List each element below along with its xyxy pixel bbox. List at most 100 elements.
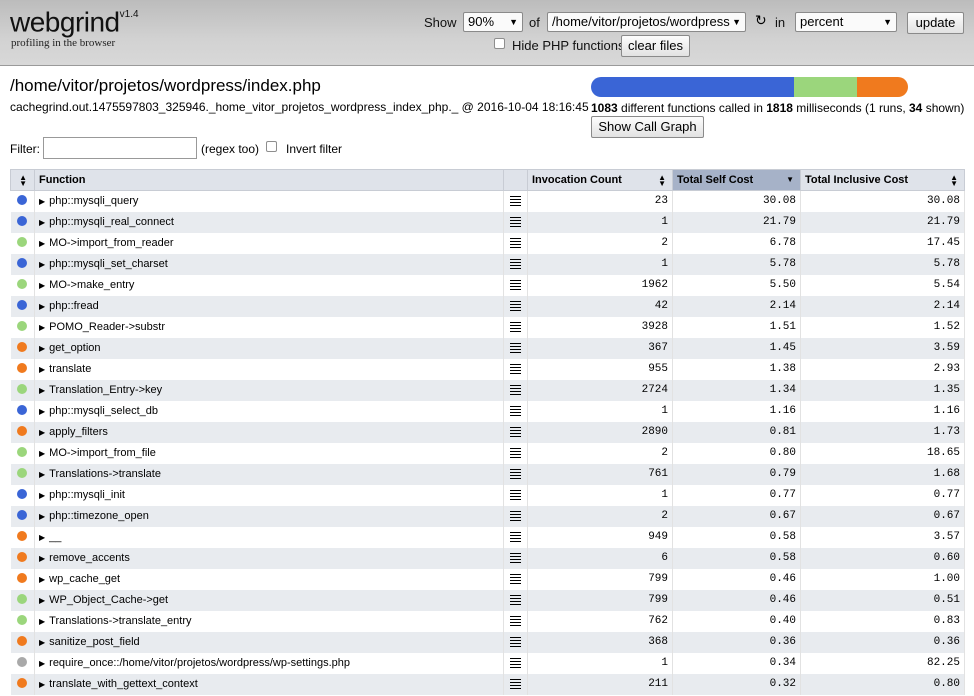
table-row[interactable]: ▶ get_option 367 1.45 3.59	[10, 337, 965, 359]
table-row[interactable]: ▶ MO->make_entry 1962 5.50 5.54	[10, 274, 965, 296]
expand-arrow-icon[interactable]: ▶	[39, 533, 45, 542]
function-name[interactable]: WP_Object_Cache->get	[49, 594, 168, 606]
total-inclusive-cost-header[interactable]: Total Inclusive Cost ▲ ▼	[800, 169, 965, 191]
function-name[interactable]: translate_with_gettext_context	[49, 678, 198, 690]
table-row[interactable]: ▶ Translations->translate 761 0.79 1.68	[10, 463, 965, 485]
function-name[interactable]: php::fread	[49, 300, 99, 312]
table-row[interactable]: ▶ php::mysqli_query 23 30.08 30.08	[10, 190, 965, 212]
function-name[interactable]: php::mysqli_set_charset	[49, 258, 168, 270]
clear-files-button[interactable]: clear files	[621, 35, 690, 57]
table-row[interactable]: ▶ POMO_Reader->substr 3928 1.51 1.52	[10, 316, 965, 338]
table-row[interactable]: ▶ MO->import_from_file 2 0.80 18.65	[10, 442, 965, 464]
table-row[interactable]: ▶ sanitize_post_field 368 0.36 0.36	[10, 631, 965, 653]
expand-arrow-icon[interactable]: ▶	[39, 617, 45, 626]
total-self-cost-header[interactable]: Total Self Cost ▼	[672, 169, 801, 191]
expand-arrow-icon[interactable]: ▶	[39, 344, 45, 353]
table-row[interactable]: ▶ php::mysqli_select_db 1 1.16 1.16	[10, 400, 965, 422]
function-name[interactable]: php::mysqli_select_db	[49, 405, 158, 417]
table-row[interactable]: ▶ php::mysqli_init 1 0.77 0.77	[10, 484, 965, 506]
file-lines-icon[interactable]	[510, 573, 521, 584]
file-select[interactable]: /home/vitor/projetos/wordpress ▼	[547, 12, 746, 32]
table-row[interactable]: ▶ WP_Object_Cache->get 799 0.46 0.51	[10, 589, 965, 611]
expand-arrow-icon[interactable]: ▶	[39, 554, 45, 563]
function-name[interactable]: Translation_Entry->key	[49, 384, 162, 396]
file-lines-icon[interactable]	[510, 300, 521, 311]
file-lines-icon[interactable]	[510, 321, 521, 332]
table-row[interactable]: ▶ php::mysqli_real_connect 1 21.79 21.79	[10, 211, 965, 233]
table-row[interactable]: ▶ translate_with_gettext_context 211 0.32 0.…	[10, 673, 965, 695]
expand-arrow-icon[interactable]: ▶	[39, 449, 45, 458]
table-row[interactable]: ▶ php::mysqli_set_charset 1 5.78 5.78	[10, 253, 965, 275]
expand-arrow-icon[interactable]: ▶	[39, 596, 45, 605]
expand-arrow-icon[interactable]: ▶	[39, 218, 45, 227]
function-name[interactable]: MO->import_from_file	[49, 447, 156, 459]
file-lines-icon[interactable]	[510, 279, 521, 290]
function-name[interactable]: Translations->translate_entry	[49, 615, 191, 627]
function-name[interactable]: sanitize_post_field	[49, 636, 140, 648]
function-column-header[interactable]: Function	[34, 169, 504, 191]
function-name[interactable]: apply_filters	[49, 426, 108, 438]
expand-arrow-icon[interactable]: ▶	[39, 407, 45, 416]
table-row[interactable]: ▶ php::fread 42 2.14 2.14	[10, 295, 965, 317]
table-row[interactable]: ▶ php::timezone_open 2 0.67 0.67	[10, 505, 965, 527]
function-name[interactable]: __	[49, 531, 61, 543]
table-row[interactable]: ▶ apply_filters 2890 0.81 1.73	[10, 421, 965, 443]
file-lines-icon[interactable]	[510, 615, 521, 626]
table-row[interactable]: ▶ Translation_Entry->key 2724 1.34 1.35	[10, 379, 965, 401]
table-row[interactable]: ▶ Translations->translate_entry 762 0.40 0.8…	[10, 610, 965, 632]
table-row[interactable]: ▶ wp_cache_get 799 0.46 1.00	[10, 568, 965, 590]
table-row[interactable]: ▶ MO->import_from_reader 2 6.78 17.45	[10, 232, 965, 254]
file-lines-icon[interactable]	[510, 468, 521, 479]
function-name[interactable]: remove_accents	[49, 552, 130, 564]
file-lines-icon[interactable]	[510, 363, 521, 374]
file-lines-icon[interactable]	[510, 678, 521, 689]
cost-unit-select[interactable]: percent ▼	[795, 12, 897, 32]
expand-arrow-icon[interactable]: ▶	[39, 281, 45, 290]
update-button[interactable]: update	[907, 12, 964, 34]
hide-php-checkbox[interactable]	[494, 38, 505, 49]
file-lines-icon[interactable]	[510, 426, 521, 437]
file-lines-icon[interactable]	[510, 237, 521, 248]
expand-arrow-icon[interactable]: ▶	[39, 470, 45, 479]
function-name[interactable]: php::mysqli_query	[49, 195, 138, 207]
table-row[interactable]: ▶ require_once::/home/vitor/projetos/word…	[10, 652, 965, 674]
table-row[interactable]: ▶ __ 949 0.58 3.57	[10, 526, 965, 548]
function-name[interactable]: translate	[49, 363, 91, 375]
function-name[interactable]: MO->make_entry	[49, 279, 134, 291]
expand-arrow-icon[interactable]: ▶	[39, 239, 45, 248]
table-row[interactable]: ▶ translate 955 1.38 2.93	[10, 358, 965, 380]
expand-arrow-icon[interactable]: ▶	[39, 491, 45, 500]
function-name[interactable]: require_once::/home/vitor/projetos/wordp…	[49, 657, 350, 669]
file-lines-icon[interactable]	[510, 258, 521, 269]
expand-arrow-icon[interactable]: ▶	[39, 365, 45, 374]
function-name[interactable]: php::mysqli_real_connect	[49, 216, 174, 228]
function-name[interactable]: MO->import_from_reader	[49, 237, 173, 249]
expand-arrow-icon[interactable]: ▶	[39, 302, 45, 311]
invocation-count-header[interactable]: Invocation Count ▲ ▼	[527, 169, 673, 191]
filter-input[interactable]	[43, 137, 197, 159]
file-lines-icon[interactable]	[510, 384, 521, 395]
show-percent-select[interactable]: 90% ▼	[463, 12, 523, 32]
file-lines-icon[interactable]	[510, 531, 521, 542]
file-lines-icon[interactable]	[510, 510, 521, 521]
expand-arrow-icon[interactable]: ▶	[39, 260, 45, 269]
file-lines-icon[interactable]	[510, 447, 521, 458]
expand-arrow-icon[interactable]: ▶	[39, 512, 45, 521]
file-lines-icon[interactable]	[510, 489, 521, 500]
function-name[interactable]: POMO_Reader->substr	[49, 321, 165, 333]
show-call-graph-button[interactable]: Show Call Graph	[591, 116, 704, 138]
file-lines-icon[interactable]	[510, 594, 521, 605]
expand-arrow-icon[interactable]: ▶	[39, 680, 45, 689]
file-lines-icon[interactable]	[510, 636, 521, 647]
function-name[interactable]: php::timezone_open	[49, 510, 149, 522]
function-name[interactable]: get_option	[49, 342, 100, 354]
function-name[interactable]: php::mysqli_init	[49, 489, 125, 501]
file-lines-icon[interactable]	[510, 195, 521, 206]
expand-arrow-icon[interactable]: ▶	[39, 323, 45, 332]
file-lines-icon[interactable]	[510, 405, 521, 416]
invert-filter-checkbox[interactable]	[266, 141, 277, 152]
expand-arrow-icon[interactable]: ▶	[39, 386, 45, 395]
color-column-header[interactable]: ▲ ▼	[10, 169, 35, 191]
refresh-icon[interactable]: ↻	[755, 12, 767, 29]
expand-arrow-icon[interactable]: ▶	[39, 197, 45, 206]
